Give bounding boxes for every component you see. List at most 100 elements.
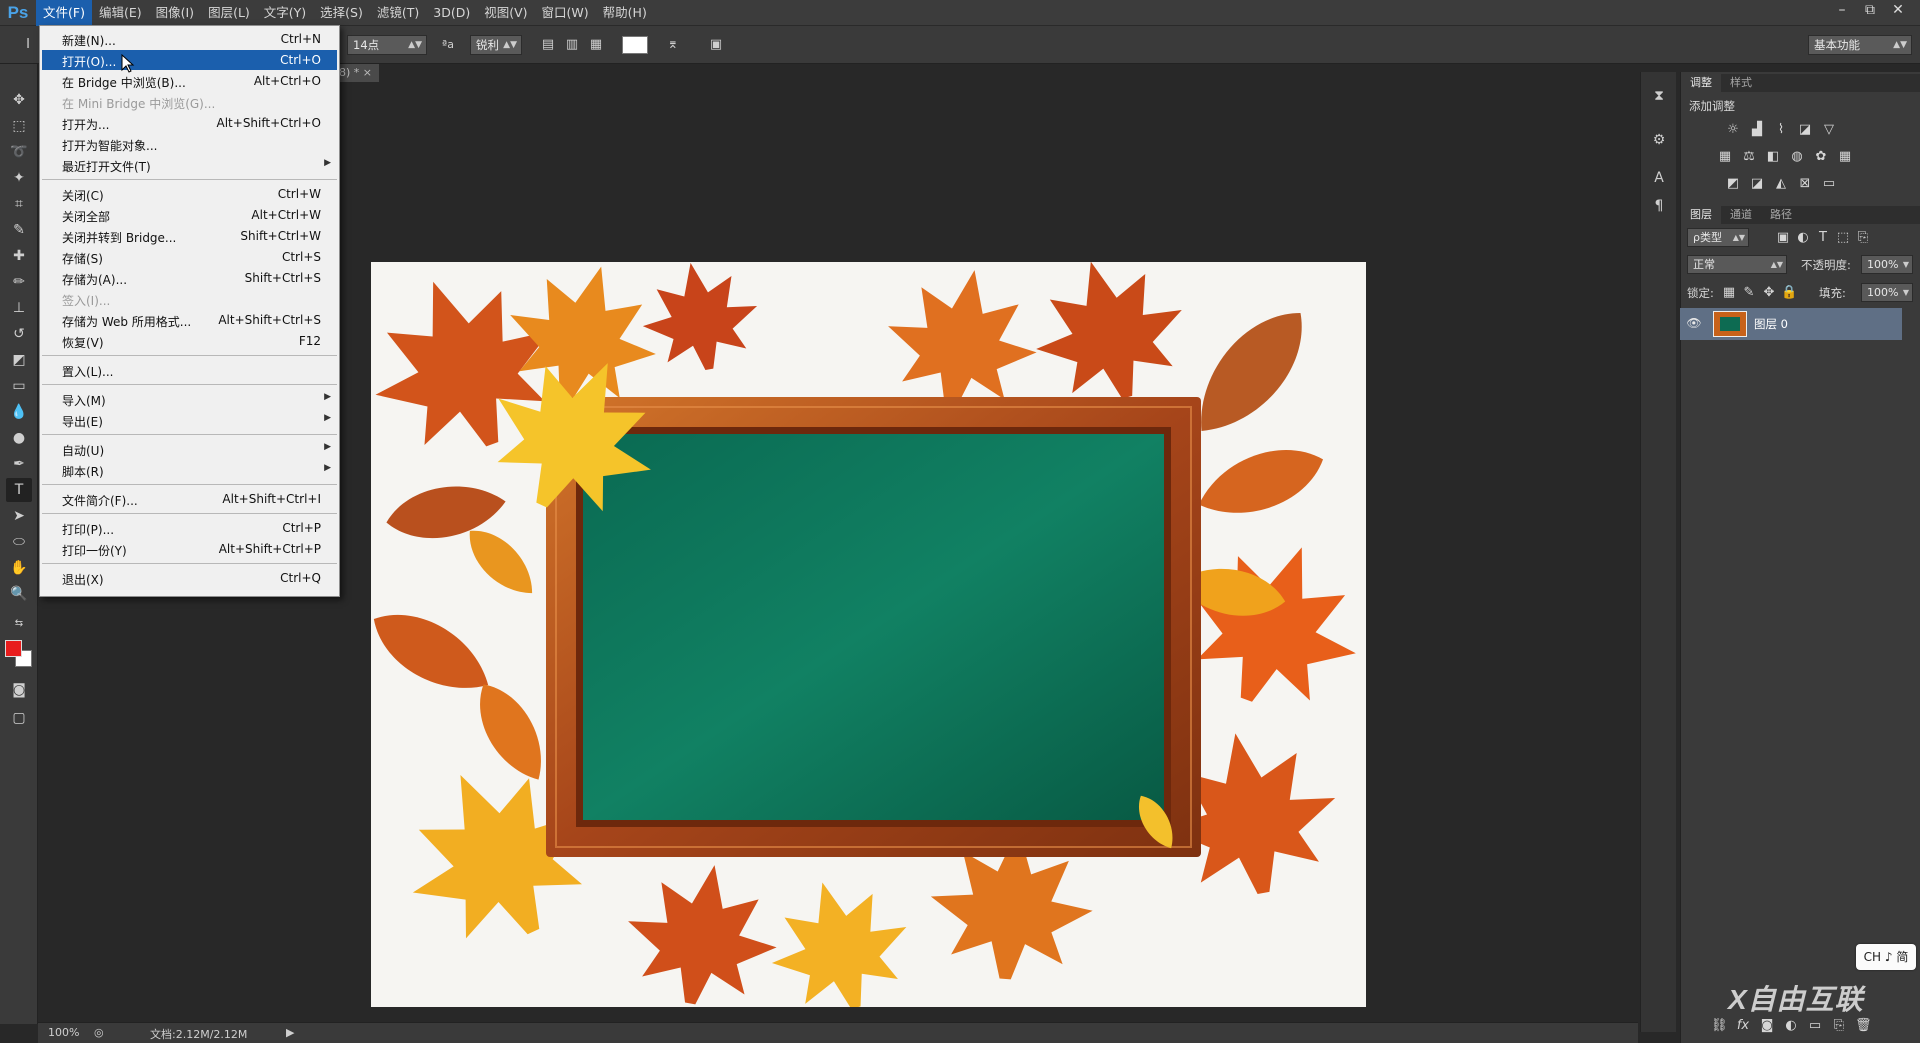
file-menu-item[interactable]: 存储为(A)... Shift+Ctrl+S [42,268,337,288]
file-menu-item[interactable]: 脚本(R) ▶ [42,460,337,480]
file-menu-item[interactable]: 存储(S) Ctrl+S [42,247,337,267]
swap-colors-icon[interactable]: ⇆ [6,612,32,636]
foreground-color-swatch[interactable] [5,640,22,657]
antialias-select[interactable]: 锐利 ▲▼ [470,35,522,55]
threshold-icon[interactable]: ◭ [1773,176,1789,192]
file-menu-item[interactable]: 打印(P)... Ctrl+P [42,518,337,538]
workspace-select[interactable]: 基本功能 ▲▼ [1808,35,1912,55]
eraser-tool-icon[interactable]: ◩ [6,348,32,372]
align-right-icon[interactable]: ▦ [586,35,606,55]
tab-channels[interactable]: 通道 [1721,206,1761,224]
path-selection-tool-icon[interactable]: ➤ [6,504,32,528]
channel-mixer-icon[interactable]: ✿ [1813,149,1829,165]
file-menu-item[interactable]: 退出(X) Ctrl+Q [42,568,337,588]
brightness-icon[interactable]: ☼ [1725,122,1741,138]
menu-file[interactable]: 文件(F) [36,0,92,26]
exposure-icon[interactable]: ◪ [1797,122,1813,138]
curves-icon[interactable]: ⌇ [1773,122,1789,138]
ellipse-tool-icon[interactable]: ⬭ [6,530,32,554]
ime-indicator[interactable]: CH ♪ 简 [1856,944,1916,970]
history-panel-icon[interactable]: ⧗ [1649,86,1669,106]
history-brush-tool-icon[interactable]: ↺ [6,322,32,346]
screen-mode-icon[interactable]: ▢ [6,706,32,730]
menu-filter[interactable]: 滤镜(T) [370,0,426,26]
lock-pixels-icon[interactable]: ✎ [1741,285,1757,301]
file-menu-item[interactable]: 最近打开文件(T) ▶ [42,155,337,175]
file-menu-item[interactable]: 文件简介(F)... Alt+Shift+Ctrl+I [42,489,337,509]
file-menu-item[interactable]: 导入(M) ▶ [42,389,337,409]
filter-adjustment-icon[interactable]: ◐ [1795,230,1811,246]
black-white-icon[interactable]: ◧ [1765,149,1781,165]
fill-input[interactable]: 100% ▼ [1861,283,1913,302]
type-tool-icon[interactable]: T [6,478,32,502]
menu-select[interactable]: 选择(S) [313,0,370,26]
warp-text-icon[interactable]: ⌆ [663,35,683,55]
lock-all-icon[interactable]: 🔒 [1781,285,1797,301]
eyedropper-tool-icon[interactable]: ✎ [6,218,32,242]
minimize-button[interactable]: – [1828,0,1856,22]
align-left-icon[interactable]: ▤ [538,35,558,55]
properties-panel-icon[interactable]: ⚙ [1649,130,1669,150]
layer-filter-select[interactable]: ρ类型 ▲▼ [1687,228,1749,247]
lock-position-icon[interactable]: ✥ [1761,285,1777,301]
menu-help[interactable]: 帮助(H) [596,0,654,26]
new-adjustment-icon[interactable]: ◐ [1783,1018,1799,1034]
file-menu-item[interactable]: 存储为 Web 所用格式... Alt+Shift+Ctrl+S [42,310,337,330]
type-tool-preset-icon[interactable]: I [18,35,38,55]
selective-color-icon[interactable]: ⊠ [1797,176,1813,192]
file-menu-item[interactable]: 置入(L)... [42,360,337,380]
status-menu-arrow-icon[interactable]: ▶ [286,1026,294,1039]
layer-style-icon[interactable]: fx [1735,1018,1751,1034]
photo-filter-icon[interactable]: ◍ [1789,149,1805,165]
brush-tool-icon[interactable]: ✏ [6,270,32,294]
file-menu-item[interactable]: 关闭全部 Alt+Ctrl+W [42,205,337,225]
menu-edit[interactable]: 编辑(E) [92,0,149,26]
file-menu-item[interactable]: 打开为智能对象... [42,134,337,154]
opacity-input[interactable]: 100% ▼ [1861,255,1913,274]
character-panel-icon[interactable]: A [1649,168,1669,188]
invert-icon[interactable]: ◩ [1725,176,1741,192]
lasso-tool-icon[interactable]: ➰ [6,140,32,164]
menu-window[interactable]: 窗口(W) [535,0,596,26]
file-menu-item[interactable]: 打开(O)... Ctrl+O [42,50,337,70]
blur-tool-icon[interactable]: 💧 [6,400,32,424]
file-menu-item[interactable]: 导出(E) ▶ [42,410,337,430]
vibrance-icon[interactable]: ▽ [1821,122,1837,138]
file-menu-item[interactable]: 恢复(V) F12 [42,331,337,351]
restore-button[interactable]: ⧉ [1856,0,1884,22]
zoom-level[interactable]: 100% [48,1026,79,1039]
file-menu-item[interactable]: 打开为... Alt+Shift+Ctrl+O [42,113,337,133]
marquee-tool-icon[interactable]: ⬚ [6,114,32,138]
add-mask-icon[interactable]: ◙ [1759,1018,1775,1034]
healing-brush-tool-icon[interactable]: ✚ [6,244,32,268]
filter-pixel-icon[interactable]: ▣ [1775,230,1791,246]
dodge-tool-icon[interactable]: ● [6,426,32,450]
file-menu-item[interactable]: 在 Bridge 中浏览(B)... Alt+Ctrl+O [42,71,337,91]
tab-styles[interactable]: 样式 [1721,74,1761,92]
layer-row[interactable]: 👁 图层 0 [1680,308,1902,340]
layer-name[interactable]: 图层 0 [1754,316,1788,332]
gradient-tool-icon[interactable]: ▭ [6,374,32,398]
text-color-swatch[interactable] [622,36,648,54]
document-canvas[interactable] [371,262,1366,1007]
hue-saturation-icon[interactable]: ▦ [1717,149,1733,165]
hand-tool-icon[interactable]: ✋ [6,556,32,580]
eye-visibility-icon[interactable]: 👁 [1686,316,1702,332]
menu-view[interactable]: 视图(V) [477,0,534,26]
magic-wand-tool-icon[interactable]: ✦ [6,166,32,190]
link-layers-icon[interactable]: ⛓ [1711,1018,1728,1034]
new-group-icon[interactable]: ▭ [1807,1018,1823,1034]
paragraph-panel-icon[interactable]: ¶ [1649,196,1669,216]
font-size-select[interactable]: 14点 ▲▼ [347,35,427,55]
document-tab[interactable]: 8) * × [335,64,379,82]
blend-mode-select[interactable]: 正常 ▲▼ [1687,255,1787,274]
file-menu-item[interactable]: 自动(U) ▶ [42,439,337,459]
color-lookup-icon[interactable]: ▦ [1837,149,1853,165]
crop-tool-icon[interactable]: ⌗ [6,192,32,216]
zoom-tool-icon[interactable]: 🔍 [6,582,32,606]
menu-type[interactable]: 文字(Y) [257,0,313,26]
filter-type-icon[interactable]: T [1815,230,1831,246]
filter-shape-icon[interactable]: ⬚ [1835,230,1851,246]
status-info-icon[interactable]: ◎ [94,1026,104,1039]
tab-adjustments[interactable]: 调整 [1681,74,1721,92]
